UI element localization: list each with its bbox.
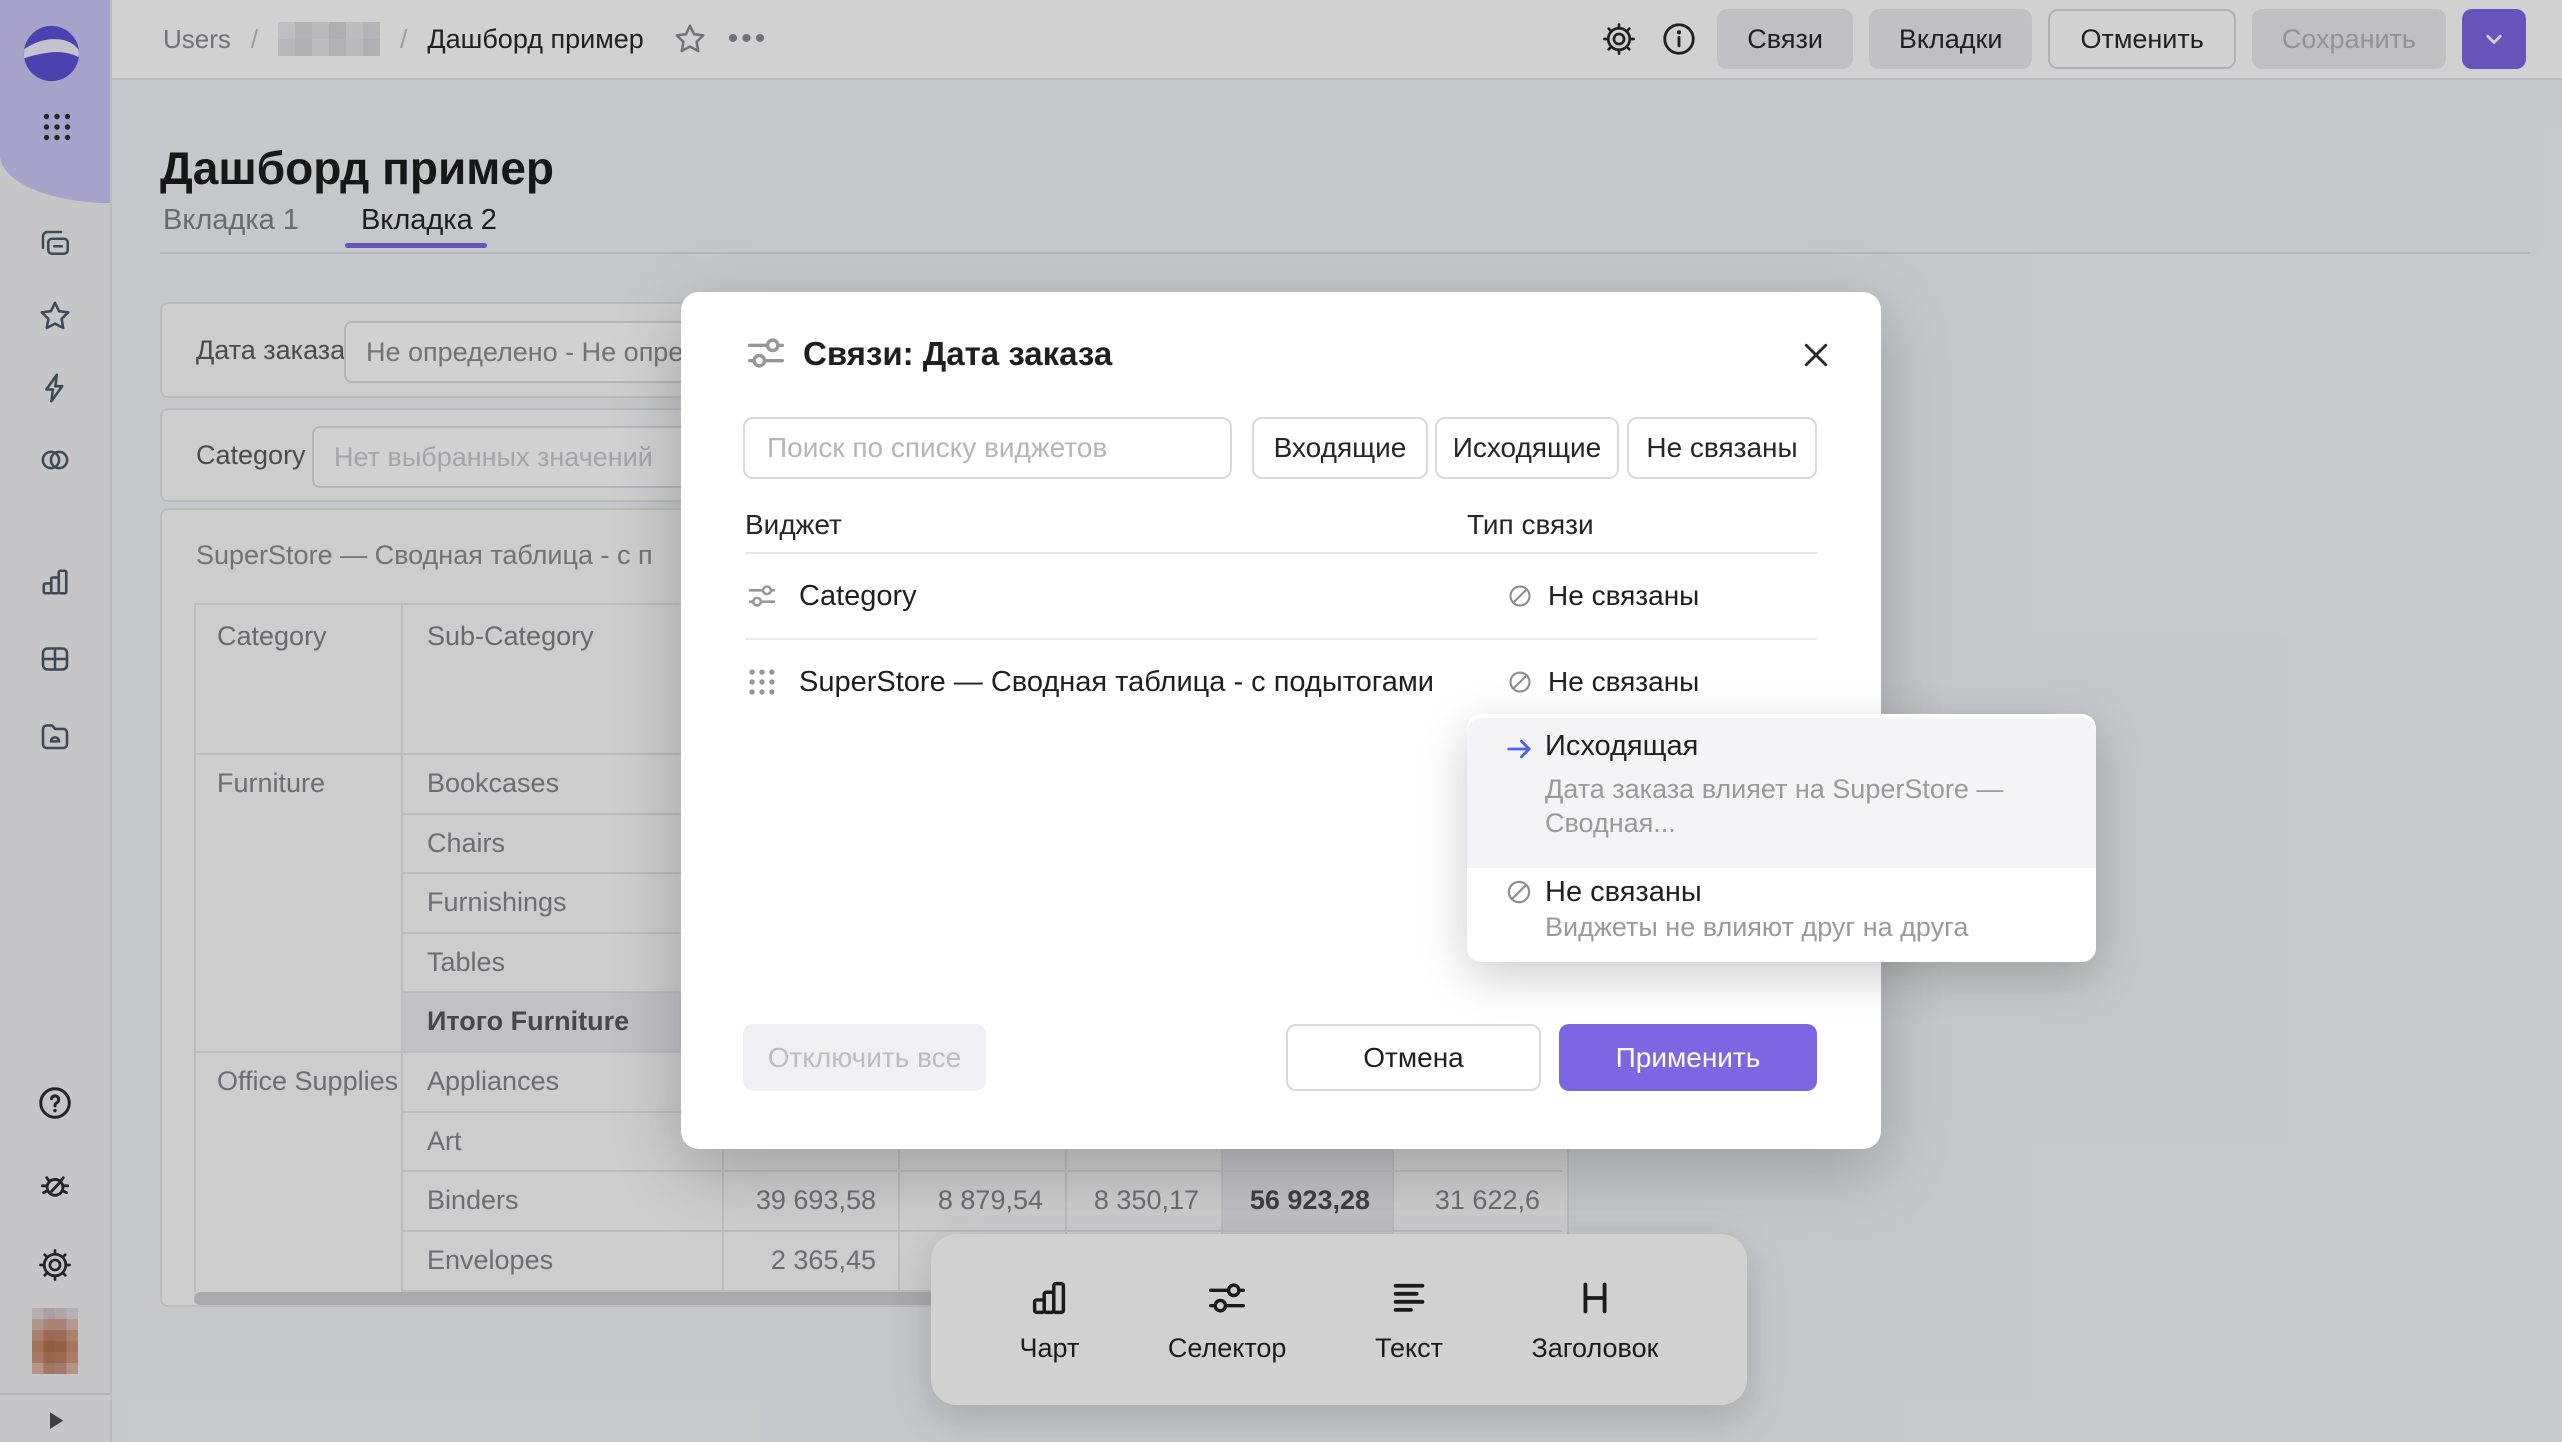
link-type-select[interactable]: Не связаны [1548,640,1699,724]
dropdown-option-description: Сводная... [1545,806,1676,840]
unlinked-icon [1505,667,1535,697]
link-type-dropdown: Исходящая Дата заказа влияет на SuperSto… [1467,714,2096,962]
arrow-right-icon [1503,732,1537,766]
unlinked-icon [1503,876,1535,908]
close-icon [1798,337,1834,373]
datalens-dashboard-editor: Users / / Дашборд пример ••• [0,0,2562,1442]
sliders-icon [743,330,789,376]
dropdown-option-title[interactable]: Не связаны [1545,872,1702,912]
filter-incoming-button[interactable]: Входящие [1252,417,1428,479]
widget-row-name: Category [799,554,917,638]
dropdown-option-description: Дата заказа влияет на SuperStore — [1545,772,2003,806]
grid-dots-icon [745,665,779,699]
close-button[interactable] [1797,336,1835,374]
filter-unlinked-button[interactable]: Не связаны [1627,417,1817,479]
sliders-icon [745,579,779,613]
apply-button[interactable]: Применить [1559,1024,1817,1091]
column-header-link-type: Тип связи [1467,505,1594,545]
disable-all-button[interactable]: Отключить все [743,1024,986,1091]
widget-row-name: SuperStore — Сводная таблица - с подытог… [799,640,1434,724]
widget-search-input[interactable] [743,417,1232,479]
dropdown-option-description: Виджеты не влияют друг на друга [1545,910,1968,944]
dropdown-option-title[interactable]: Исходящая [1545,726,1698,766]
modal-title: Связи: Дата заказа [803,330,1112,378]
cancel-button[interactable]: Отмена [1286,1024,1541,1091]
filter-outgoing-button[interactable]: Исходящие [1435,417,1619,479]
link-type-select[interactable]: Не связаны [1548,554,1699,638]
column-header-widget: Виджет [745,505,842,545]
unlinked-icon [1505,581,1535,611]
